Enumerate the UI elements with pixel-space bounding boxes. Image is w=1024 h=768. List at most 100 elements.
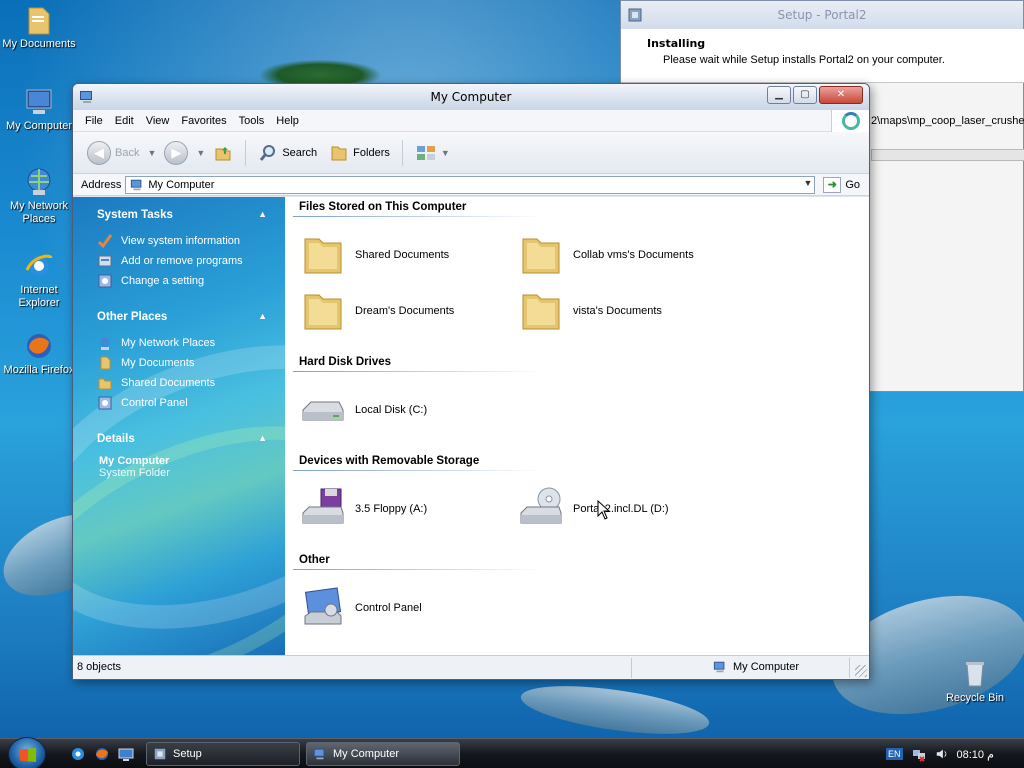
control-panel-icon bbox=[98, 274, 112, 288]
close-button[interactable]: ✕ bbox=[819, 86, 863, 104]
menu-bar: File Edit View Favorites Tools Help bbox=[73, 110, 869, 132]
group-divider bbox=[293, 216, 543, 217]
views-icon bbox=[416, 145, 435, 160]
show-desktop-icon[interactable] bbox=[118, 746, 134, 762]
menu-help[interactable]: Help bbox=[270, 115, 305, 127]
status-bar: 8 objects My Computer bbox=[73, 655, 869, 679]
taskbar: Setup My Computer EN 08:10 م bbox=[0, 737, 1024, 768]
place-control-panel[interactable]: Control Panel bbox=[97, 393, 285, 413]
status-divider bbox=[631, 658, 632, 678]
place-shared-documents[interactable]: Shared Documents bbox=[97, 373, 285, 393]
item-collab-documents[interactable]: Collab vms's Documents bbox=[517, 231, 694, 279]
go-button[interactable]: ➜ Go bbox=[823, 176, 861, 193]
setup-title: Setup - Portal2 bbox=[777, 8, 867, 22]
volume-icon[interactable] bbox=[935, 747, 949, 761]
maximize-button[interactable]: ▢ bbox=[793, 86, 817, 104]
minimize-button[interactable]: ▁ bbox=[767, 86, 791, 104]
my-computer-window[interactable]: My Computer ▁ ▢ ✕ File Edit View Favorit… bbox=[72, 83, 870, 680]
desktop-icon-ie[interactable]: Internet Explorer bbox=[0, 250, 78, 310]
menu-tools[interactable]: Tools bbox=[233, 115, 271, 127]
setup-app-icon bbox=[154, 748, 166, 760]
address-input[interactable]: My Computer ▼ bbox=[125, 175, 816, 194]
setup-subtext: Please wait while Setup installs Portal2… bbox=[663, 54, 945, 66]
desktop-icon-recycle-bin[interactable]: Recycle Bin bbox=[936, 658, 1014, 705]
folder-icon bbox=[522, 294, 560, 330]
folders-button[interactable]: Folders bbox=[325, 141, 394, 165]
address-bar: Address My Computer ▼ ➜ Go bbox=[73, 174, 869, 196]
forward-history-dropdown[interactable]: ▼ bbox=[196, 148, 205, 158]
computer-icon bbox=[313, 748, 325, 760]
windows-throbber bbox=[831, 110, 869, 132]
computer-icon bbox=[26, 89, 52, 114]
file-list-pane: Files Stored on This Computer Shared Doc… bbox=[285, 197, 869, 655]
clock[interactable]: 08:10 م bbox=[957, 748, 994, 761]
mouse-cursor-icon bbox=[597, 500, 611, 520]
menu-view[interactable]: View bbox=[140, 115, 176, 127]
place-my-documents[interactable]: My Documents bbox=[97, 353, 285, 373]
firefox-icon bbox=[27, 334, 51, 358]
item-dream-documents[interactable]: Dream's Documents bbox=[299, 287, 454, 335]
checkmark-icon bbox=[97, 234, 113, 249]
network-status-icon[interactable] bbox=[911, 746, 927, 762]
control-panel-icon bbox=[304, 587, 342, 625]
desktop-icon-firefox[interactable]: Mozilla Firefox bbox=[0, 330, 78, 377]
task-pane: System Tasks ▲ View system information A… bbox=[73, 197, 285, 655]
floppy-drive-icon bbox=[302, 488, 344, 524]
taskbar-button-setup[interactable]: Setup bbox=[146, 742, 300, 766]
item-vista-documents[interactable]: vista's Documents bbox=[517, 287, 662, 335]
go-label: Go bbox=[845, 178, 861, 191]
windows-logo-icon bbox=[20, 748, 36, 762]
resize-grip[interactable] bbox=[855, 665, 867, 677]
window-controls: ▁ ▢ ✕ bbox=[767, 86, 863, 104]
item-shared-documents[interactable]: Shared Documents bbox=[299, 231, 449, 279]
collapse-chevron-icon: ▲ bbox=[258, 433, 267, 443]
up-folder-button[interactable] bbox=[209, 141, 237, 165]
window-content: System Tasks ▲ View system information A… bbox=[73, 197, 869, 655]
control-panel-icon bbox=[98, 396, 112, 410]
toolbar-separator bbox=[245, 139, 247, 166]
desktop-icon-my-documents[interactable]: My Documents bbox=[0, 4, 78, 51]
address-label: Address bbox=[81, 178, 122, 191]
start-button[interactable] bbox=[8, 737, 46, 768]
folder-icon bbox=[98, 378, 112, 390]
other-places-header[interactable]: Other Places ▲ bbox=[97, 311, 267, 323]
system-tray: EN 08:10 م bbox=[880, 739, 1024, 768]
back-history-dropdown[interactable]: ▼ bbox=[147, 148, 156, 158]
address-value: My Computer bbox=[148, 178, 215, 191]
details-header[interactable]: Details ▲ bbox=[97, 433, 267, 445]
item-local-disk-c[interactable]: Local Disk (C:) bbox=[299, 386, 427, 434]
desktop-icon-my-computer[interactable]: My Computer bbox=[0, 86, 78, 133]
setup-app-icon bbox=[628, 8, 642, 22]
setup-titlebar[interactable]: Setup - Portal2 bbox=[621, 1, 1023, 29]
menu-edit[interactable]: Edit bbox=[109, 115, 140, 127]
menu-favorites[interactable]: Favorites bbox=[175, 115, 232, 127]
back-button[interactable]: ◀ Back bbox=[83, 139, 143, 167]
views-button[interactable]: ▼ bbox=[411, 141, 454, 165]
desktop-icon-network[interactable]: My Network Places bbox=[0, 166, 78, 226]
setup-header: Installing Please wait while Setup insta… bbox=[621, 29, 1024, 83]
search-button[interactable]: Search bbox=[254, 141, 321, 165]
task-view-system-info[interactable]: View system information bbox=[97, 231, 285, 251]
internet-explorer-icon[interactable] bbox=[70, 746, 86, 762]
status-divider bbox=[849, 658, 850, 678]
back-label: Back bbox=[115, 146, 140, 159]
address-dropdown-icon[interactable]: ▼ bbox=[803, 178, 812, 188]
folder-icon bbox=[304, 294, 342, 330]
task-change-setting[interactable]: Change a setting bbox=[97, 271, 285, 291]
menu-file[interactable]: File bbox=[79, 115, 109, 127]
taskbar-button-my-computer[interactable]: My Computer bbox=[306, 742, 460, 766]
folder-icon bbox=[28, 7, 50, 35]
language-indicator[interactable]: EN bbox=[886, 748, 903, 760]
item-control-panel[interactable]: Control Panel bbox=[299, 584, 422, 632]
task-add-remove-programs[interactable]: Add or remove programs bbox=[97, 251, 285, 271]
firefox-icon[interactable] bbox=[94, 746, 110, 762]
place-network[interactable]: My Network Places bbox=[97, 333, 285, 353]
documents-icon bbox=[100, 356, 111, 370]
throbber-ring-icon bbox=[842, 112, 860, 130]
forward-button[interactable]: ▶ bbox=[160, 139, 192, 167]
system-tasks-header[interactable]: System Tasks ▲ bbox=[97, 209, 267, 221]
item-floppy-a[interactable]: 3.5 Floppy (A:) bbox=[299, 485, 427, 533]
window-titlebar[interactable]: My Computer ▁ ▢ ✕ bbox=[73, 84, 869, 110]
up-folder-icon bbox=[215, 146, 231, 160]
item-dvd-d[interactable]: Portal 2.incl.DL (D:) bbox=[517, 485, 669, 533]
